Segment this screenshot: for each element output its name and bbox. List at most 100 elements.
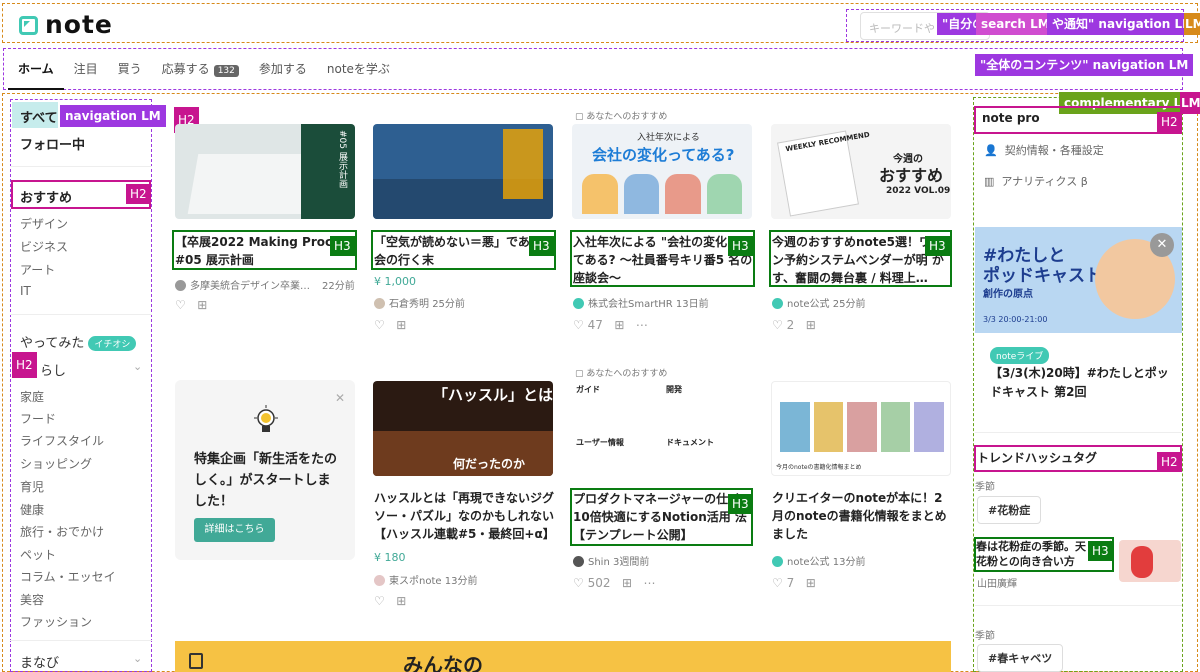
close-icon[interactable]: ✕ (335, 391, 345, 405)
hashtag-chip[interactable]: #春キャベツ (977, 644, 1064, 672)
post-time: 22分前 (322, 281, 355, 292)
sidebar-item-travel[interactable]: 旅行・おでかけ (20, 523, 104, 540)
sidebar-item-it[interactable]: IT (20, 284, 31, 298)
author-name[interactable]: Shin (588, 557, 610, 568)
tab-join[interactable]: 参加する (249, 48, 317, 90)
sidebar-item-business[interactable]: ビジネス (20, 238, 68, 255)
sidebar-item-beauty[interactable]: 美容 (20, 591, 44, 608)
sidebar-item-parenting[interactable]: 育児 (20, 478, 44, 495)
magazine-add-icon[interactable]: ⊞ (197, 298, 207, 312)
sidebar-item-column[interactable]: コラム・エッセイ (20, 568, 116, 585)
card-title[interactable]: クリエイターのnoteが本に！2月のnoteの書籍化情報をまとめました (772, 489, 952, 545)
sidebar-item-art[interactable]: アート (20, 261, 55, 278)
card-meta: 多摩美統合デザイン卒業… (175, 277, 310, 292)
heart-icon[interactable]: ♡ (175, 298, 186, 312)
note-pro-title[interactable]: note pro (982, 111, 1040, 125)
chevron-down-icon[interactable]: ⌄ (133, 652, 142, 665)
author-name[interactable]: 石倉秀明 (389, 299, 429, 310)
author-name[interactable]: note公式 (787, 557, 830, 568)
landmark-label-side-nav: navigation LM (60, 105, 166, 127)
magazine-add-icon[interactable]: ⊞ (806, 576, 816, 590)
sidebar-item-life[interactable]: らし (40, 360, 66, 379)
tab-apply[interactable]: 応募する 132 (152, 48, 249, 90)
card-title[interactable]: 入社年次による "会社の変化 ってある? 〜社員番号キリ番5 名の座談会〜 (573, 233, 753, 287)
author-name[interactable]: 東スポnote (389, 576, 442, 587)
sidebar-item-food[interactable]: フード (20, 410, 56, 427)
sidebar-item-pets[interactable]: ペット (20, 546, 56, 563)
magazine-add-icon[interactable]: ⊞ (614, 318, 624, 332)
author-name[interactable]: 多摩美統合デザイン卒業… (190, 281, 310, 292)
sidebar-item-shopping[interactable]: ショッピング (20, 455, 92, 472)
magazine-add-icon[interactable]: ⊞ (622, 576, 632, 590)
card-title[interactable]: ハッスルとは「再現できないジグソー・パズル」なのかもしれない【ハッスル連載#5・… (374, 489, 554, 545)
sidebar-divider (10, 640, 152, 641)
heart-icon[interactable]: ♡ (573, 318, 584, 332)
sidebar-item-health[interactable]: 健康 (20, 501, 44, 518)
contract-link[interactable]: 👤 契約情報・各種設定 (984, 142, 1104, 158)
chevron-down-icon[interactable]: ⌄ (133, 360, 142, 373)
card-thumbnail[interactable]: 入社年次による 会社の変化ってある? (572, 124, 752, 219)
banner-text: みんなの (403, 653, 483, 672)
card-thumbnail[interactable]: #05 展示計画 (175, 124, 355, 219)
heart-icon[interactable]: ♡ (573, 576, 584, 590)
bottom-banner[interactable]: みんなの (175, 641, 951, 672)
card-thumbnail[interactable]: 「ハッスル」とは 何だったのか (373, 381, 553, 476)
magazine-add-icon[interactable]: ⊞ (396, 318, 406, 332)
heart-icon[interactable]: ♡ (772, 576, 783, 590)
article-thumbnail[interactable] (1119, 540, 1181, 582)
tab-learn[interactable]: noteを学ぶ (317, 48, 400, 90)
analytics-link[interactable]: ▥ アナリティクス β (984, 173, 1088, 189)
card-title[interactable]: 【卒展2022 Making Proce #05 展示計画 (175, 233, 355, 269)
avatar[interactable] (573, 556, 584, 567)
sidebar-item-fashion[interactable]: ファッション (20, 613, 92, 630)
post-time: 13分前 (832, 557, 866, 568)
author-name[interactable]: note公式 (787, 299, 830, 310)
avatar[interactable] (374, 298, 385, 309)
card-meta: Shin 3週間前 (573, 553, 649, 568)
card-thumbnail[interactable]: WEEKLY RECOMMEND 今週の おすすめ 2022 VOL.09 (771, 124, 951, 219)
tab-label: 参加する (258, 62, 307, 76)
avatar[interactable] (374, 575, 385, 586)
ad-title[interactable]: 【3/3(木)20時】#わたしとポッドキャスト 第2回 (990, 364, 1175, 402)
h2-tag: H2 (12, 352, 37, 378)
card-thumbnail[interactable] (373, 124, 553, 219)
landmark-label-suffix: LM (1180, 92, 1200, 114)
tab-buy[interactable]: 買う (108, 48, 152, 90)
thumb-text: 「ハッスル」とは (433, 386, 553, 404)
sidebar-item-family[interactable]: 家庭 (20, 388, 44, 405)
author-name[interactable]: 株式会社SmartHR (588, 299, 673, 310)
close-icon[interactable]: ✕ (1150, 233, 1174, 257)
details-button[interactable]: 詳細はこちら (194, 518, 275, 542)
heart-icon[interactable]: ♡ (772, 318, 783, 332)
card-title[interactable]: プロダクトマネージャーの仕 を10倍快適にするNotion活用 法【テンプレート… (573, 490, 753, 544)
sidebar-divider (10, 166, 152, 167)
card-thumbnail[interactable]: ガイド 開発 ユーザー情報 ドキュメント (572, 381, 752, 476)
magazine-add-icon[interactable]: ⊞ (806, 318, 816, 332)
more-icon[interactable]: ⋯ (643, 576, 655, 590)
more-icon[interactable]: ⋯ (636, 318, 648, 332)
avatar[interactable] (573, 298, 584, 309)
ad-text: ポッドキャスト (983, 266, 1102, 286)
card-title[interactable]: 「空気が読めない＝悪」である 会の行く末 (374, 233, 554, 269)
tab-featured[interactable]: 注目 (64, 48, 108, 90)
sidebar-item-lifestyle[interactable]: ライフスタイル (20, 432, 104, 449)
h3-tag: H3 (1088, 541, 1113, 561)
magazine-add-icon[interactable]: ⊞ (396, 594, 406, 608)
hashtag-chip[interactable]: #花粉症 (977, 496, 1042, 524)
thumb-text: ガイド (576, 385, 600, 394)
avatar[interactable] (772, 556, 783, 567)
sidebar-item-design[interactable]: デザイン (20, 215, 68, 232)
card-thumbnail[interactable]: 今月のnoteの書籍化情報まとめ (771, 381, 951, 476)
sidebar-item-following[interactable]: フォロー中 (20, 134, 85, 153)
global-nav-tabs: ホーム 注目 買う 応募する 132 参加する noteを学ぶ (8, 48, 400, 90)
sidebar-item-recommended[interactable]: おすすめ (20, 187, 72, 206)
sidebar-item-all[interactable]: すべて (20, 107, 58, 126)
avatar[interactable] (175, 280, 186, 291)
tab-home[interactable]: ホーム (8, 48, 64, 90)
heart-icon[interactable]: ♡ (374, 318, 385, 332)
sidebar-item-learn[interactable]: まなび (20, 652, 59, 671)
article-author[interactable]: 山田廣輝 (977, 575, 1017, 590)
avatar[interactable] (772, 298, 783, 309)
sidebar-item-trying[interactable]: やってみた イチオシ (20, 332, 137, 351)
heart-icon[interactable]: ♡ (374, 594, 385, 608)
